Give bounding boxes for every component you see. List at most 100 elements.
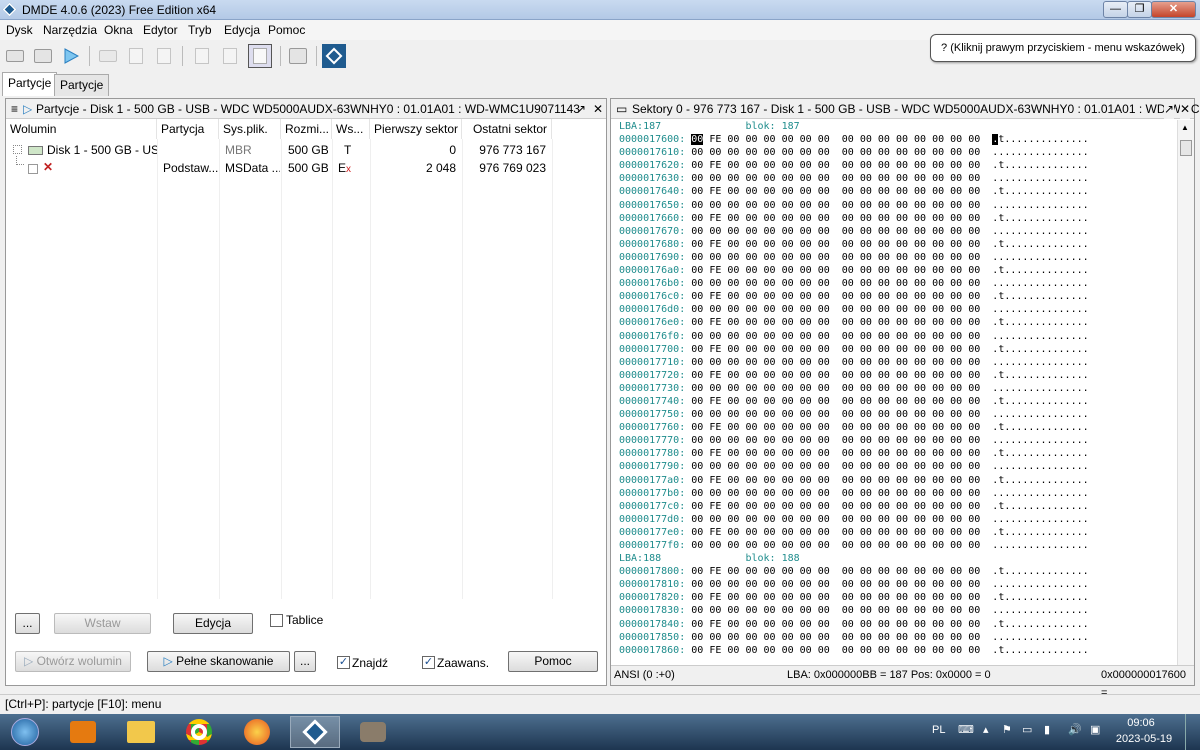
menu-help[interactable]: Pomoc (268, 23, 305, 37)
hex-row[interactable]: 00000176a0: 00 FE 00 00 00 00 00 00 00 0… (619, 264, 1176, 277)
menu-disk[interactable]: Dysk (6, 23, 33, 37)
edit-button[interactable]: Edycja (173, 613, 253, 634)
dmde-icon[interactable] (322, 44, 346, 68)
column-filesystem[interactable]: Sys.plik. (219, 119, 281, 139)
hex-row[interactable]: 0000017640: 00 FE 00 00 00 00 00 00 00 0… (619, 185, 1176, 198)
hex-row[interactable]: 0000017610: 00 00 00 00 00 00 00 00 00 0… (619, 146, 1176, 159)
start-icon[interactable] (0, 716, 50, 748)
hex-row[interactable]: 0000017720: 00 FE 00 00 00 00 00 00 00 0… (619, 369, 1176, 382)
hex-row[interactable]: 0000017660: 00 FE 00 00 00 00 00 00 00 0… (619, 212, 1176, 225)
menu-windows[interactable]: Okna (104, 23, 133, 37)
hex-row[interactable]: 0000017710: 00 00 00 00 00 00 00 00 00 0… (619, 356, 1176, 369)
hex-row[interactable]: 0000017670: 00 00 00 00 00 00 00 00 00 0… (619, 225, 1176, 238)
column-flags[interactable]: Ws... (332, 119, 370, 139)
hex-row[interactable]: 0000017680: 00 FE 00 00 00 00 00 00 00 0… (619, 238, 1176, 251)
full-scan-button[interactable]: ▷ Pełne skanowanie (147, 651, 290, 672)
chrome-icon[interactable] (174, 716, 224, 748)
hex-row[interactable]: 0000017780: 00 FE 00 00 00 00 00 00 00 0… (619, 447, 1176, 460)
search-sector-icon[interactable] (124, 44, 148, 68)
vertical-scrollbar[interactable]: ▲ (1177, 120, 1194, 665)
hex-row[interactable]: 0000017790: 00 00 00 00 00 00 00 00 00 0… (619, 460, 1176, 473)
keyboard-icon[interactable]: ⌨ (958, 723, 974, 736)
hex-row[interactable]: 00000176d0: 00 00 00 00 00 00 00 00 00 0… (619, 303, 1176, 316)
hex-row[interactable]: 0000017750: 00 00 00 00 00 00 00 00 00 0… (619, 408, 1176, 421)
expand-icon[interactable] (13, 145, 22, 154)
tray-up-icon[interactable]: ▴ (983, 723, 989, 736)
hex-row[interactable]: 0000017730: 00 00 00 00 00 00 00 00 00 0… (619, 382, 1176, 395)
hex-row[interactable]: 00000177c0: 00 FE 00 00 00 00 00 00 00 0… (619, 500, 1176, 513)
column-partition[interactable]: Partycja (157, 119, 219, 139)
hex-row[interactable]: 0000017770: 00 00 00 00 00 00 00 00 00 0… (619, 434, 1176, 447)
menu-editor[interactable]: Edytor (143, 23, 178, 37)
scrollbar-thumb[interactable] (1180, 140, 1192, 156)
volume-icon[interactable]: 🔊 (1068, 723, 1082, 736)
column-first-sector[interactable]: Pierwszy sektor (370, 119, 462, 139)
hex-row[interactable]: 0000017810: 00 00 00 00 00 00 00 00 00 0… (619, 578, 1176, 591)
hex-row[interactable]: 00000176e0: 00 FE 00 00 00 00 00 00 00 0… (619, 316, 1176, 329)
minimize-button[interactable]: — (1103, 1, 1128, 18)
hex-row[interactable]: 00000176c0: 00 FE 00 00 00 00 00 00 00 0… (619, 290, 1176, 303)
scroll-up-icon[interactable]: ▲ (1181, 123, 1189, 132)
tables-checkbox[interactable] (270, 614, 283, 627)
menu-icon[interactable]: ≡ (11, 99, 18, 119)
hex-row[interactable]: 00000176b0: 00 00 00 00 00 00 00 00 00 0… (619, 277, 1176, 290)
tab-partitions-2[interactable]: Partycje (54, 74, 110, 96)
column-size[interactable]: Rozmi... (281, 119, 332, 139)
open-volume-button[interactable]: ▷ Otwórz wolumin (15, 651, 131, 672)
view-1-icon[interactable] (190, 44, 214, 68)
usb-icon[interactable]: ▣ (1090, 723, 1100, 736)
hex-row[interactable]: 0000017830: 00 00 00 00 00 00 00 00 00 0… (619, 604, 1176, 617)
firefox-icon[interactable] (232, 716, 282, 748)
hex-row[interactable]: 0000017760: 00 FE 00 00 00 00 00 00 00 0… (619, 421, 1176, 434)
hex-row[interactable]: 0000017620: 00 FE 00 00 00 00 00 00 00 0… (619, 159, 1176, 172)
hex-row[interactable]: 0000017740: 00 FE 00 00 00 00 00 00 00 0… (619, 395, 1176, 408)
language-indicator[interactable]: PL (932, 724, 945, 736)
help-button[interactable]: Pomoc (508, 651, 598, 672)
close-button[interactable]: ✕ (1151, 1, 1196, 18)
view-2-icon[interactable] (218, 44, 242, 68)
undock-icon[interactable]: ↗ (576, 99, 586, 119)
hex-view[interactable]: LBA:187 blok: 187 0000017600: 00 FE 00 00… (612, 120, 1176, 665)
hex-row[interactable]: 00000177e0: 00 FE 00 00 00 00 00 00 00 0… (619, 526, 1176, 539)
play-icon[interactable] (59, 44, 83, 68)
scan-options-button[interactable]: ... (294, 651, 316, 672)
network-icon[interactable]: ▭ (1022, 723, 1032, 736)
column-volume[interactable]: Wolumin (6, 119, 157, 139)
disk-icon[interactable] (3, 44, 27, 68)
maximize-button[interactable]: ❐ (1127, 1, 1152, 18)
hex-row[interactable]: 00000177d0: 00 00 00 00 00 00 00 00 00 0… (619, 513, 1176, 526)
gimp-icon[interactable] (348, 716, 398, 748)
more-options-button[interactable]: ... (15, 613, 40, 634)
hex-row[interactable]: 0000017630: 00 00 00 00 00 00 00 00 00 0… (619, 172, 1176, 185)
hex-row[interactable]: 0000017600: 00 FE 00 00 00 00 00 00 00 0… (619, 133, 1176, 146)
flag-icon[interactable]: ⚑ (1002, 723, 1012, 736)
file-explorer-icon[interactable] (116, 716, 166, 748)
insert-button[interactable]: Wstaw (54, 613, 151, 634)
hex-row[interactable]: 0000017800: 00 FE 00 00 00 00 00 00 00 0… (619, 565, 1176, 578)
undock-icon[interactable]: ↗ (1164, 99, 1175, 119)
close-pane-icon[interactable]: ✕ (593, 99, 603, 119)
hex-row[interactable]: 0000017700: 00 FE 00 00 00 00 00 00 00 0… (619, 343, 1176, 356)
close-pane-icon[interactable]: ✕ (1180, 99, 1191, 119)
menu-edit[interactable]: Edycja (224, 23, 260, 37)
hex-row[interactable]: 0000017860: 00 FE 00 00 00 00 00 00 00 0… (619, 644, 1176, 657)
partitions-icon[interactable] (31, 44, 55, 68)
clock-time[interactable]: 09:06 (1120, 717, 1162, 729)
clock-date[interactable]: 2023-05-19 (1113, 733, 1175, 745)
hex-row[interactable]: 00000177f0: 00 00 00 00 00 00 00 00 00 0… (619, 539, 1176, 552)
column-last-sector[interactable]: Ostatni sektor (462, 119, 552, 139)
hex-row[interactable]: 00000176f0: 00 00 00 00 00 00 00 00 00 0… (619, 330, 1176, 343)
checkbox[interactable] (28, 164, 38, 174)
dmde-taskbar-icon[interactable] (290, 716, 340, 748)
show-desktop-button[interactable] (1185, 714, 1199, 750)
media-player-icon[interactable] (58, 716, 108, 748)
view-3-icon[interactable] (248, 44, 272, 68)
menu-tools[interactable]: Narzędzia (43, 23, 97, 37)
hex-row[interactable]: 0000017650: 00 00 00 00 00 00 00 00 00 0… (619, 199, 1176, 212)
find-checkbox[interactable]: ✓ (337, 656, 350, 669)
menu-mode[interactable]: Tryb (188, 23, 212, 37)
hex-row[interactable]: 0000017690: 00 00 00 00 00 00 00 00 00 0… (619, 251, 1176, 264)
signal-icon[interactable]: ▮ (1044, 723, 1050, 736)
hex-row[interactable]: 0000017820: 00 FE 00 00 00 00 00 00 00 0… (619, 591, 1176, 604)
hex-row[interactable]: 0000017850: 00 00 00 00 00 00 00 00 00 0… (619, 631, 1176, 644)
